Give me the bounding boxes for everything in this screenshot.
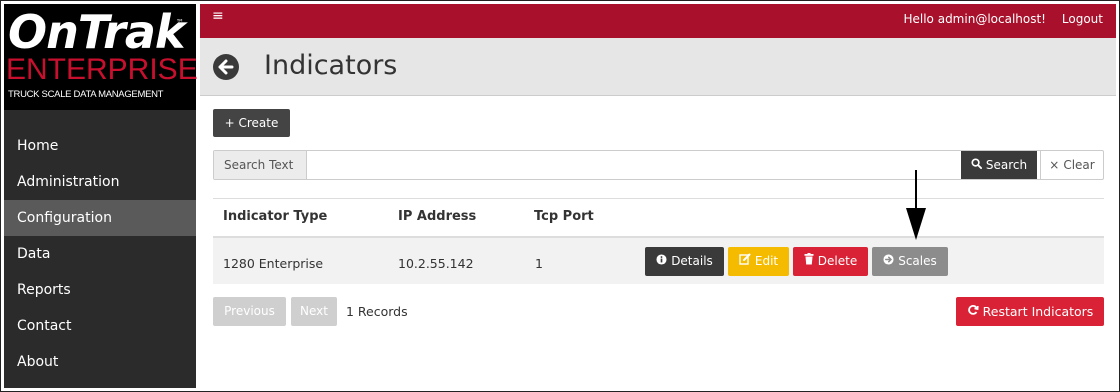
page-header: Indicators xyxy=(200,38,1116,96)
pencil-square-icon xyxy=(739,247,751,276)
records-count: 1 Records xyxy=(346,304,408,319)
details-button-label: Details xyxy=(671,254,713,268)
details-button[interactable]: Details xyxy=(645,247,724,276)
search-icon xyxy=(971,151,982,179)
back-arrow-icon[interactable] xyxy=(213,54,239,80)
info-circle-icon xyxy=(656,247,667,276)
next-button[interactable]: Next xyxy=(291,297,337,326)
edit-button-label: Edit xyxy=(754,254,779,268)
restart-indicators-button[interactable]: Restart Indicators xyxy=(956,297,1104,326)
refresh-icon xyxy=(967,297,979,326)
cell-indicator-type: 1280 Enterprise xyxy=(223,256,324,271)
sidebar-nav: Home Administration Configuration Data R… xyxy=(4,128,196,380)
sidebar-item-administration[interactable]: Administration xyxy=(4,164,196,200)
sidebar-item-configuration[interactable]: Configuration xyxy=(4,200,196,236)
trash-icon xyxy=(804,247,814,276)
cell-ip-address: 10.2.55.142 xyxy=(398,256,474,271)
arrow-left-icon xyxy=(218,59,234,75)
sidebar: OnTrak ™ ENTERPRISE TRUCK SCALE DATA MAN… xyxy=(4,4,198,388)
create-button[interactable]: + Create xyxy=(213,109,290,137)
delete-button[interactable]: Delete xyxy=(793,247,868,276)
sidebar-item-contact[interactable]: Contact xyxy=(4,308,196,344)
logo-trademark: ™ xyxy=(176,18,184,27)
search-button[interactable]: Search xyxy=(961,151,1037,179)
sidebar-item-reports[interactable]: Reports xyxy=(4,272,196,308)
cell-tcp-port: 1 xyxy=(535,256,543,271)
column-header-tcp-port[interactable]: Tcp Port xyxy=(534,209,594,224)
logout-link[interactable]: Logout xyxy=(1062,12,1103,26)
table-row: 1280 Enterprise 10.2.55.142 1 Details Ed… xyxy=(213,238,1104,284)
sidebar-item-about[interactable]: About xyxy=(4,344,196,380)
clear-button[interactable]: × Clear xyxy=(1040,151,1103,179)
scales-button[interactable]: Scales xyxy=(872,247,948,276)
logo-brand-name: OnTrak xyxy=(8,5,185,59)
column-header-indicator-type[interactable]: Indicator Type xyxy=(223,209,327,224)
search-input[interactable] xyxy=(308,151,961,179)
search-bar: Search Text Search × Clear xyxy=(213,150,1104,180)
table-divider xyxy=(213,198,1104,199)
edit-button[interactable]: Edit xyxy=(728,247,789,276)
sidebar-item-data[interactable]: Data xyxy=(4,236,196,272)
column-header-ip-address[interactable]: IP Address xyxy=(398,209,476,224)
delete-button-label: Delete xyxy=(817,254,858,268)
hamburger-menu-icon[interactable]: ≡ xyxy=(212,8,224,24)
scales-button-label: Scales xyxy=(898,254,937,268)
previous-button[interactable]: Previous xyxy=(213,297,286,326)
arrow-right-circle-icon xyxy=(883,247,894,276)
search-button-label: Search xyxy=(985,158,1028,172)
user-greeting: Hello admin@localhost! xyxy=(903,12,1046,26)
clear-button-label: Clear xyxy=(1063,158,1095,172)
logo-edition: ENTERPRISE xyxy=(6,53,198,86)
logo-tagline: TRUCK SCALE DATA MANAGEMENT xyxy=(8,89,164,100)
sidebar-item-home[interactable]: Home xyxy=(4,128,196,164)
down-arrow-icon xyxy=(906,170,926,240)
logo[interactable]: OnTrak ™ ENTERPRISE TRUCK SCALE DATA MAN… xyxy=(4,4,198,110)
close-icon: × xyxy=(1049,158,1060,172)
restart-button-label: Restart Indicators xyxy=(982,304,1094,319)
search-label: Search Text xyxy=(214,151,307,179)
top-bar: ≡ Hello admin@localhost! Logout xyxy=(200,4,1116,38)
page-title: Indicators xyxy=(264,50,398,81)
